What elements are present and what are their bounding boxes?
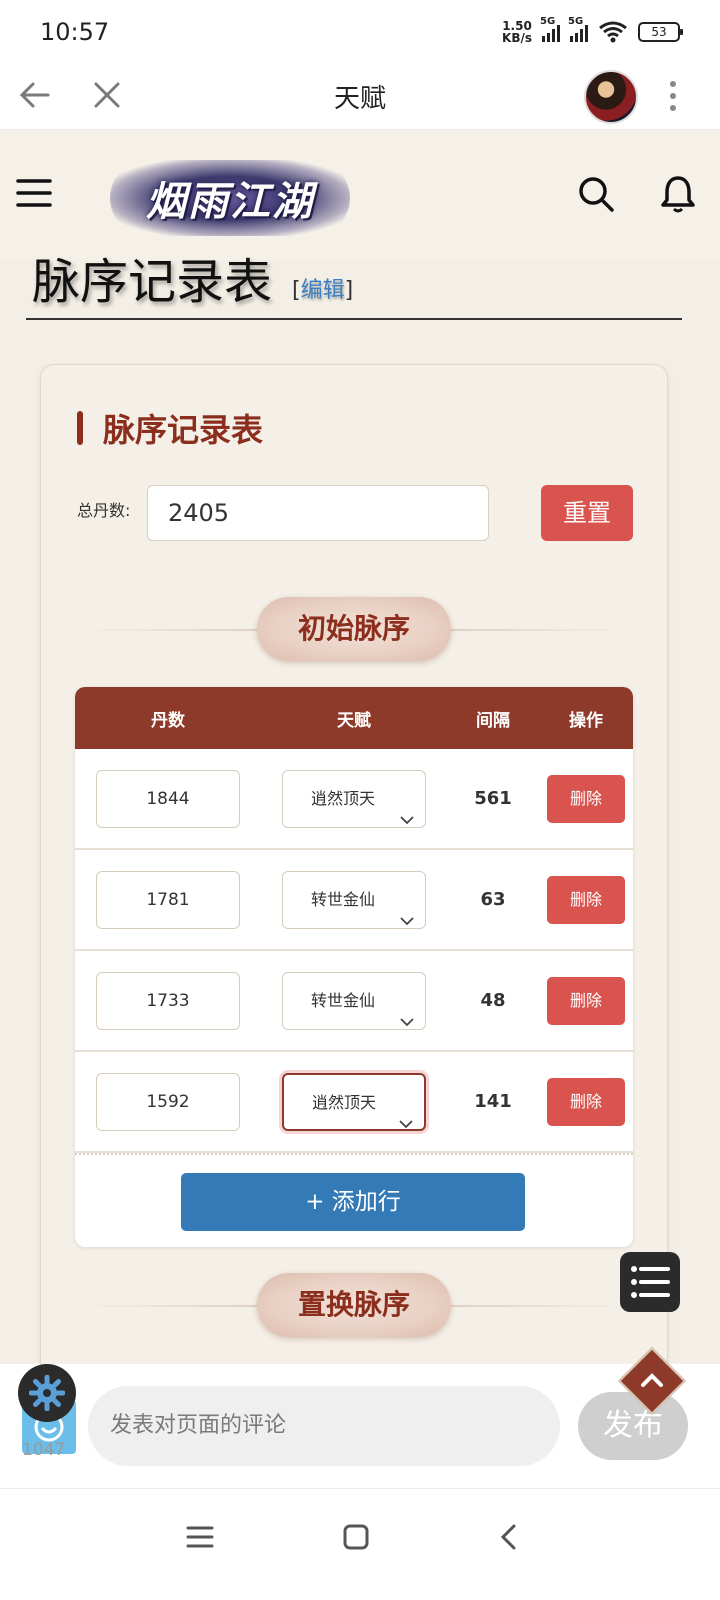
comment-bar: 1047 发表对页面的评论 发布	[0, 1364, 720, 1488]
interval-value: 63	[480, 889, 506, 910]
header-action: 操作	[569, 710, 603, 731]
search-icon[interactable]	[576, 174, 616, 218]
add-row-area: + 添加行	[75, 1153, 633, 1245]
avatar[interactable]	[584, 70, 638, 124]
status-time: 10:57	[40, 18, 110, 46]
delete-button[interactable]: 删除	[547, 1077, 625, 1126]
interval-value: 48	[480, 990, 506, 1011]
back-icon[interactable]	[496, 1523, 524, 1555]
chevron-down-icon	[398, 1096, 414, 1152]
table-row: 1733 转世金仙 48 删除	[75, 951, 633, 1052]
header-interval: 间隔	[476, 710, 510, 731]
dan-input[interactable]: 1733	[96, 971, 240, 1030]
home-icon[interactable]	[342, 1523, 370, 1555]
chevron-down-icon	[399, 893, 415, 949]
android-nav-bar	[0, 1488, 720, 1600]
browser-toolbar: 天赋	[0, 64, 720, 130]
comment-input[interactable]: 发表对页面的评论	[88, 1386, 560, 1466]
reset-button[interactable]: 重置	[541, 485, 633, 541]
table-row: 1781 转世金仙 63 删除	[75, 850, 633, 951]
card-title-row: 脉序记录表	[77, 405, 263, 451]
chevron-down-icon	[399, 792, 415, 848]
status-bar: 10:57 1.50 KB/s 5G 5G 53	[0, 0, 720, 64]
bell-icon[interactable]	[660, 174, 696, 218]
talent-select[interactable]: 逍然顶天	[282, 1072, 426, 1131]
close-icon[interactable]	[90, 78, 124, 116]
delete-button[interactable]: 删除	[547, 875, 625, 924]
status-icons: 1.50 KB/s 5G 5G 53	[502, 16, 683, 45]
more-vertical-icon[interactable]	[668, 78, 678, 118]
signal-icon-sim1: 5G	[540, 16, 560, 42]
dan-input[interactable]: 1844	[96, 769, 240, 828]
toc-button[interactable]	[620, 1252, 680, 1312]
list-icon	[631, 1266, 670, 1298]
edit-section: [编辑]	[292, 278, 354, 303]
hamburger-icon[interactable]	[16, 178, 52, 212]
interval-value: 141	[474, 1091, 512, 1112]
table-row: 1592 逍然顶天 141 删除	[75, 1052, 633, 1153]
section-replace-order: 置换脉序	[257, 1273, 451, 1337]
network-speed: 1.50 KB/s	[502, 19, 532, 45]
settings-button[interactable]	[18, 1364, 76, 1422]
header-talent: 天赋	[337, 710, 371, 731]
talent-select[interactable]: 逍然顶天	[282, 769, 426, 828]
battery-icon: 53	[638, 22, 683, 42]
card-title: 脉序记录表	[103, 411, 264, 449]
publish-button[interactable]: 发布	[578, 1392, 688, 1460]
total-label: 总丹数:	[77, 501, 131, 520]
add-row-button[interactable]: + 添加行	[181, 1173, 525, 1231]
table-row: 1844 逍然顶天 561 删除	[75, 749, 633, 850]
user-count: 1047	[22, 1440, 66, 1460]
gear-icon	[29, 1375, 65, 1411]
talent-select[interactable]: 转世金仙	[282, 870, 426, 929]
delete-button[interactable]: 删除	[547, 976, 625, 1025]
signal-icon-sim2: 5G	[568, 16, 588, 42]
talent-select[interactable]: 转世金仙	[282, 971, 426, 1030]
interval-value: 561	[474, 788, 512, 809]
chevron-up-icon	[641, 1373, 663, 1387]
delete-button[interactable]: 删除	[547, 774, 625, 823]
record-card: 脉序记录表 总丹数: 2405 重置 初始脉序 丹数 天赋 间隔 操作 1844…	[40, 364, 668, 1384]
dan-input[interactable]: 1592	[96, 1072, 240, 1131]
chevron-down-icon	[399, 994, 415, 1050]
page-title: 脉序记录表	[32, 254, 273, 310]
section-initial-order: 初始脉序	[257, 597, 451, 661]
site-header: 烟雨江湖	[0, 130, 720, 260]
dan-input[interactable]: 1781	[96, 870, 240, 929]
arrow-left-icon[interactable]	[18, 78, 52, 116]
edit-link[interactable]: 编辑	[301, 278, 345, 303]
site-logo[interactable]: 烟雨江湖	[110, 160, 350, 236]
table-header: 丹数 天赋 间隔 操作	[75, 687, 633, 749]
wifi-icon	[598, 21, 628, 43]
total-dan-input[interactable]: 2405	[147, 485, 489, 541]
page-heading: 脉序记录表 [编辑]	[26, 256, 682, 320]
order-table: 丹数 天赋 间隔 操作 1844 逍然顶天 561 删除 1781 转世金仙 6…	[75, 687, 633, 1247]
recent-apps-icon[interactable]	[186, 1523, 214, 1555]
header-dan: 丹数	[151, 710, 185, 731]
title-accent-bar	[77, 411, 83, 445]
